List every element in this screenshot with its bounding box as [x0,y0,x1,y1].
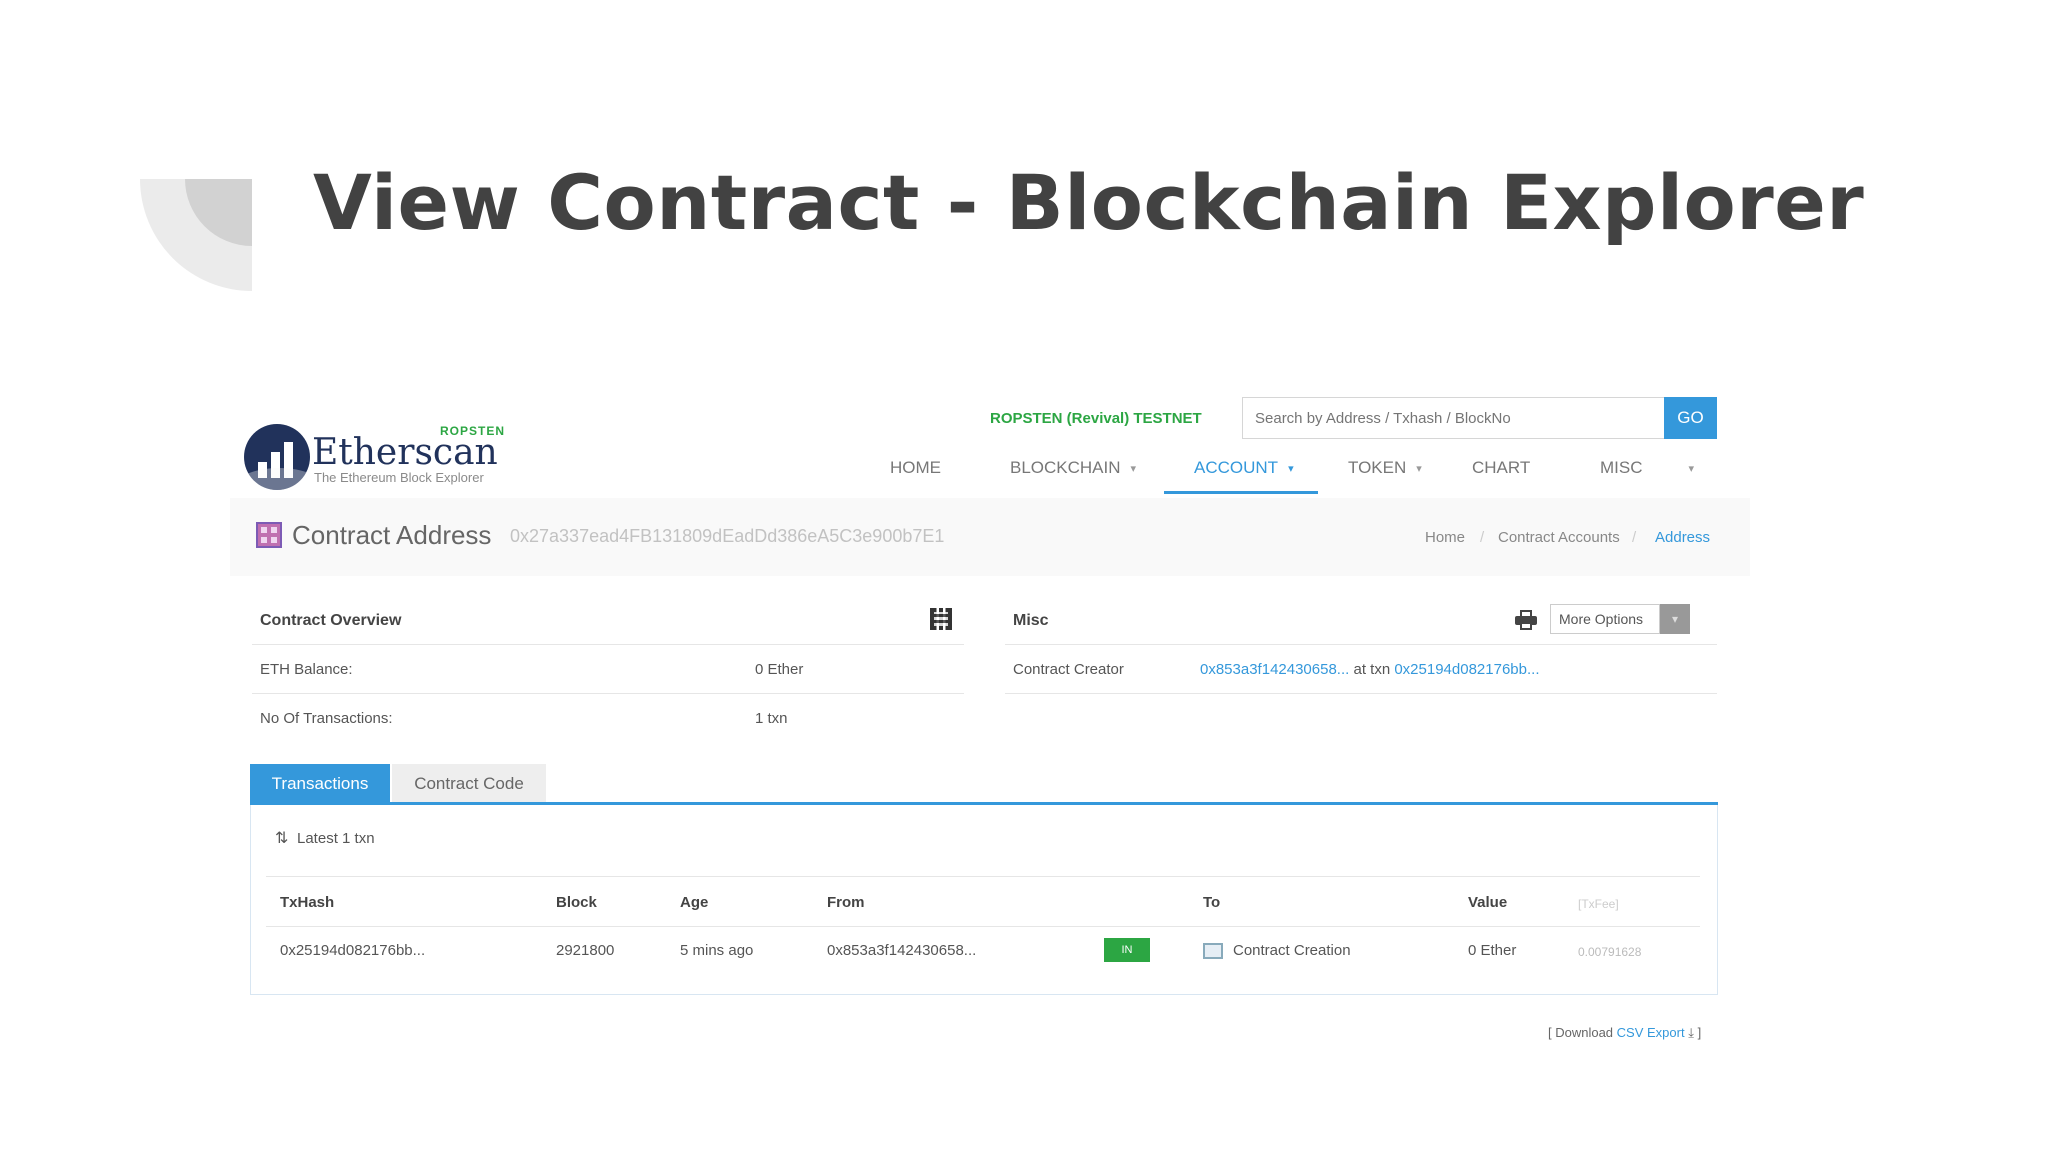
csv-suffix: ] [1697,1025,1702,1040]
contract-overview-title: Contract Overview [260,612,402,629]
testnet-label: ROPSTEN (Revival) TESTNET [990,410,1202,427]
breadcrumb-separator: / [1632,529,1637,546]
column-header-value: Value [1468,894,1508,911]
nav-misc[interactable]: MISC ▾ [1600,458,1694,478]
at-txn-label: at txn [1353,661,1391,678]
column-header-txfee[interactable]: [TxFee] [1578,897,1619,911]
contract-address-icon [256,522,282,548]
nav-chart[interactable]: CHART [1472,458,1530,478]
nav-account[interactable]: ACCOUNT ▾ [1194,458,1294,478]
download-icon[interactable]: ⤓ [1688,1025,1694,1040]
nav-chart-label: CHART [1472,458,1531,477]
etherscan-screenshot: ROPSTEN Etherscan The Ethereum Block Exp… [230,388,1750,1058]
chevron-down-icon: ▾ [1288,462,1294,475]
more-options-button[interactable]: More Options [1550,604,1660,634]
csv-download: [ Download CSV Export ⤓ ] [1548,1025,1701,1041]
txfee-amount: 0.00791628 [1578,945,1642,959]
value-amount: 0 Ether [1468,942,1517,959]
nav-blockchain-label: BLOCKCHAIN [1010,458,1121,477]
contract-address-value: 0x27a337ead4FB131809dEadDd386eA5C3e900b7… [510,526,945,546]
misc-title: Misc [1013,612,1049,629]
nav-home[interactable]: HOME [890,458,941,478]
csv-prefix: [ Download [1548,1025,1614,1040]
column-header-txhash: TxHash [280,894,335,911]
nav-token[interactable]: TOKEN ▾ [1348,458,1422,478]
logo-chart-icon [244,424,310,490]
divider [252,644,964,645]
divider [1005,644,1717,645]
chevron-down-icon: ▾ [1688,462,1695,475]
creator-tx-link[interactable]: 0x25194d082176bb... [1394,661,1539,678]
age-value: 5 mins ago [680,942,754,959]
nav-account-label: ACCOUNT [1194,458,1279,477]
column-header-from: From [827,894,865,911]
to-value: Contract Creation [1233,942,1351,959]
search-input[interactable] [1242,397,1666,439]
breadcrumb-contract-accounts[interactable]: Contract Accounts [1498,529,1620,546]
tab-transactions[interactable]: Transactions [250,764,390,804]
qr-code-icon[interactable] [930,608,952,630]
latest-txn-count: Latest 1 txn [297,830,375,847]
divider [252,693,964,694]
tx-count-label: No Of Transactions: [260,710,393,727]
tab-contract-code[interactable]: Contract Code [392,764,546,804]
csv-export-link[interactable]: CSV Export [1617,1025,1685,1040]
logo-tagline: The Ethereum Block Explorer [314,470,484,485]
divider [266,926,1700,927]
active-nav-indicator [1164,491,1318,494]
nav-home-label: HOME [890,458,941,477]
nav-blockchain[interactable]: BLOCKCHAIN ▾ [1010,458,1136,478]
breadcrumb-home[interactable]: Home [1425,529,1465,546]
column-header-block: Block [556,894,597,911]
sort-icon: ⇅ [275,830,289,847]
contract-creator-value: 0x853a3f142430658... at txn 0x25194d0821… [1200,661,1539,678]
txhash-link[interactable]: 0x25194d082176bb... [280,942,425,959]
creator-address-link[interactable]: 0x853a3f142430658... [1200,661,1349,678]
go-button[interactable]: GO [1664,397,1717,439]
chevron-down-icon: ▾ [1416,462,1422,475]
breadcrumb-separator: / [1480,529,1485,546]
divider [1005,693,1717,694]
logo-name: Etherscan [312,432,498,473]
slide-title: View Contract - Blockchain Explorer [313,158,1865,247]
column-header-age: Age [680,894,709,911]
nav-token-label: TOKEN [1348,458,1407,477]
contract-creator-label: Contract Creator [1013,661,1124,678]
contract-address-label: Contract Address [292,520,492,550]
eth-balance-value: 0 Ether [755,661,804,678]
tx-count-value: 1 txn [755,710,788,727]
block-link[interactable]: 2921800 [556,942,614,959]
print-icon[interactable] [1515,610,1537,630]
contract-icon [1203,943,1223,959]
eth-balance-label: ETH Balance: [260,661,353,678]
nav-misc-label: MISC [1600,458,1643,477]
from-link[interactable]: 0x853a3f142430658... [827,942,976,959]
column-header-to: To [1203,894,1221,911]
chevron-down-icon: ▾ [1130,462,1137,475]
slide-decoration [140,179,252,291]
etherscan-logo[interactable]: ROPSTEN Etherscan The Ethereum Block Exp… [244,406,514,490]
chevron-down-icon[interactable]: ▾ [1660,604,1690,634]
divider [266,876,1700,877]
breadcrumb-address[interactable]: Address [1655,529,1710,546]
direction-badge: IN [1104,938,1150,962]
